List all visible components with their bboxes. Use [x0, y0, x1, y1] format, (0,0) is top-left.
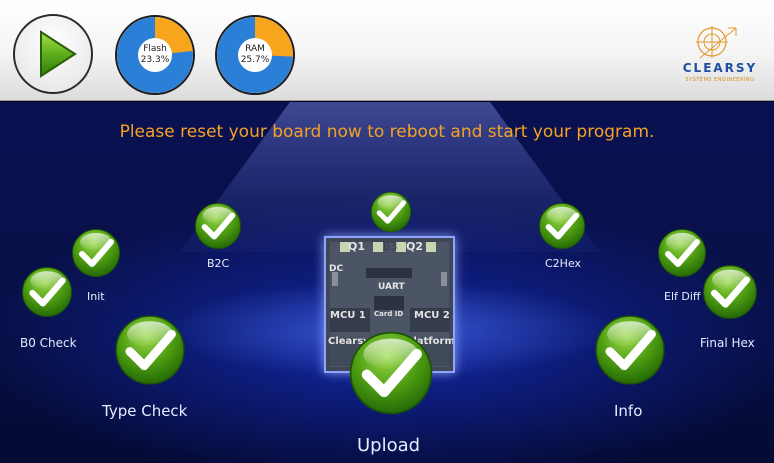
- board-label-dc: DC: [329, 264, 344, 274]
- step-label-c2hex: C2Hex: [545, 257, 582, 270]
- checkmark-icon: [657, 228, 707, 278]
- step-upload[interactable]: [348, 330, 434, 416]
- step-info[interactable]: [594, 314, 666, 386]
- status-message: Please reset your board now to reboot an…: [119, 122, 655, 142]
- step-label-type-check: Type Check: [102, 402, 188, 420]
- logo-wordmark: CLEARSY: [682, 61, 758, 75]
- toolbar: Flash 23.3% RAM 25.7% CLEARSY SYSTEMS EN…: [0, 0, 774, 101]
- play-triangle-icon: [40, 30, 77, 78]
- step-label-init: Init: [87, 290, 105, 303]
- step-type-check[interactable]: [114, 314, 186, 386]
- step-elf-diff[interactable]: [657, 228, 707, 278]
- checkmark-icon: [348, 330, 434, 416]
- step-b2c[interactable]: [194, 202, 242, 250]
- step-b0-check[interactable]: [21, 266, 73, 318]
- checkmark-icon: [538, 202, 586, 250]
- flash-label: Flash: [143, 44, 167, 54]
- checkmark-icon: [71, 228, 121, 278]
- checkmark-icon: [21, 266, 73, 318]
- ram-gauge: RAM 25.7%: [215, 15, 295, 95]
- step-label-b3: B3: [383, 240, 398, 253]
- step-label-b2c: B2C: [207, 257, 230, 270]
- ram-label: RAM: [245, 44, 265, 54]
- board-label-uart: UART: [378, 282, 405, 292]
- checkmark-icon: [114, 314, 186, 386]
- board-label-mcu1: MCU 1: [330, 310, 366, 321]
- build-pipeline-stage: Please reset your board now to reboot an…: [0, 102, 774, 463]
- step-b3[interactable]: [370, 191, 412, 233]
- board-label-q1: Q1: [348, 240, 366, 253]
- board-label-card-id: Card ID: [374, 310, 404, 318]
- checkmark-icon: [194, 202, 242, 250]
- step-final-hex[interactable]: [702, 264, 758, 320]
- checkmark-icon: [702, 264, 758, 320]
- step-init[interactable]: [71, 228, 121, 278]
- step-label-final-hex: Final Hex: [700, 336, 755, 350]
- run-button[interactable]: [13, 14, 93, 94]
- board-label-q2: Q2: [406, 240, 424, 253]
- step-label-b0-check: B0 Check: [20, 336, 77, 350]
- step-label-upload: Upload: [357, 435, 421, 456]
- flash-value: 23.3%: [140, 55, 170, 65]
- logo-tagline: SYSTEMS ENGINEERING: [685, 77, 755, 83]
- step-c2hex[interactable]: [538, 202, 586, 250]
- flash-gauge: Flash 23.3%: [115, 15, 195, 95]
- checkmark-icon: [594, 314, 666, 386]
- board-label-mcu2: MCU 2: [414, 310, 450, 321]
- target-crosshair-icon: [696, 26, 737, 59]
- clearsy-logo: CLEARSY SYSTEMS ENGINEERING: [672, 24, 768, 88]
- step-label-info: Info: [614, 402, 643, 420]
- ram-value: 25.7%: [240, 55, 270, 65]
- flash-readout: Flash 23.3%: [138, 38, 172, 72]
- checkmark-icon: [370, 191, 412, 233]
- ram-readout: RAM 25.7%: [238, 38, 272, 72]
- step-label-elf-diff: Elf Diff: [664, 290, 701, 303]
